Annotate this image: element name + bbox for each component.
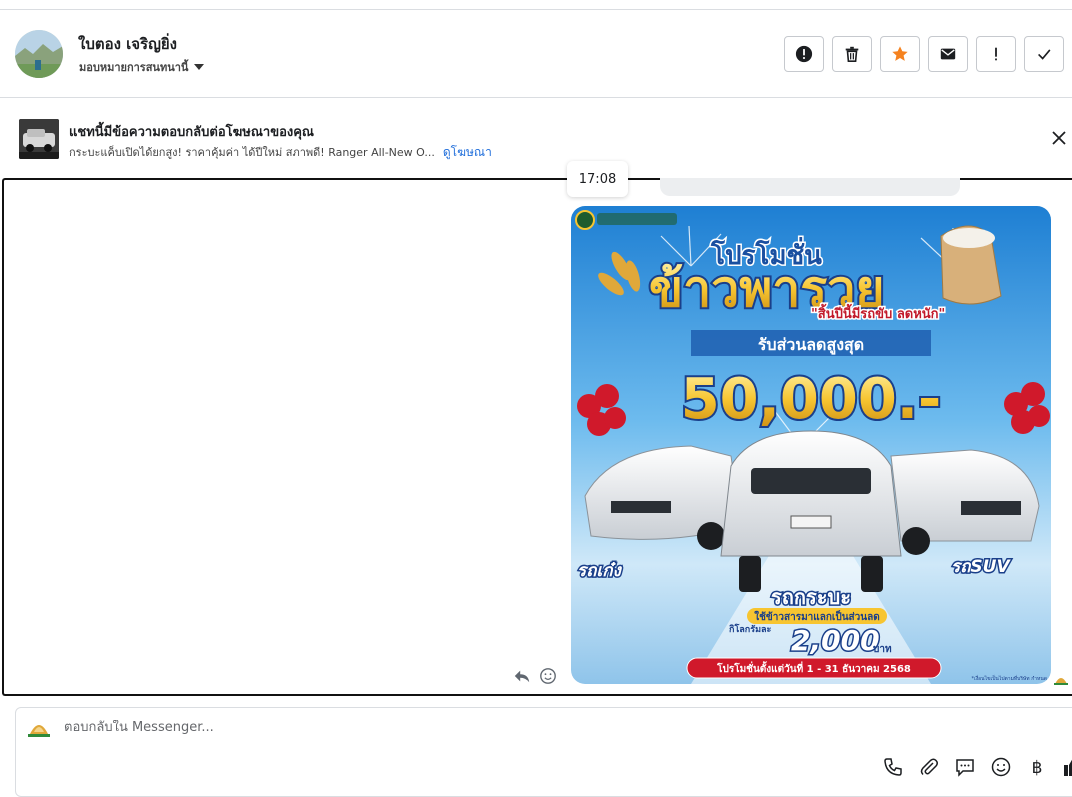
poster-label-sedan: รถเก๋ง bbox=[577, 561, 623, 581]
ad-thumbnail[interactable] bbox=[19, 119, 59, 159]
poster-promo-period: โปรโมชั่นตั้งแต่วันที่ 1 - 31 ธันวาคม 25… bbox=[716, 661, 911, 675]
delete-button[interactable] bbox=[832, 36, 872, 72]
close-icon bbox=[1052, 131, 1066, 145]
contact-name[interactable]: ใบตอง เจริญยิ่ง bbox=[78, 32, 177, 56]
ad-banner-description: กระบะแค็บเปิดได้ยกสูง! ราคาคุ้มค่า ได้ปี… bbox=[69, 143, 492, 162]
avatar[interactable] bbox=[15, 30, 63, 78]
report-button[interactable] bbox=[784, 36, 824, 72]
poster-label-suv: รถSUV bbox=[951, 557, 1011, 577]
mark-done-button[interactable] bbox=[1024, 36, 1064, 72]
envelope-icon bbox=[940, 48, 956, 60]
phone-icon[interactable] bbox=[882, 756, 904, 778]
paperclip-icon[interactable] bbox=[918, 756, 940, 778]
message-actions bbox=[513, 667, 557, 685]
mark-important-button[interactable] bbox=[976, 36, 1016, 72]
poster-per-kg: กิโลกรัมละ bbox=[728, 623, 771, 635]
chat-bubble-icon[interactable] bbox=[954, 756, 976, 778]
assign-conversation-dropdown[interactable]: มอบหมายการสนทนานี้ bbox=[79, 58, 205, 76]
reply-input[interactable] bbox=[64, 720, 664, 735]
poster-discount-label: รับส่วนลดสูงสุด bbox=[758, 335, 864, 356]
assign-label: มอบหมายการสนทนานี้ bbox=[79, 61, 189, 74]
poster-discount-amount: 50,000.- bbox=[681, 367, 942, 432]
ad-reply-banner: แชทนี้มีข้อความตอบกลับต่อโฆษณาของคุณ กระ… bbox=[0, 99, 1072, 177]
ad-description-text: กระบะแค็บเปิดได้ยกสูง! ราคาคุ้มค่า ได้ปี… bbox=[69, 146, 435, 159]
chevron-down-icon bbox=[194, 64, 205, 70]
poster-rice-offer: ใช้ข้าวสารมาแลกเป็นส่วนลด bbox=[754, 609, 879, 623]
star-icon bbox=[892, 46, 908, 61]
trash-icon bbox=[845, 46, 859, 63]
header-actions bbox=[784, 36, 1064, 72]
page-logo-icon bbox=[1054, 678, 1068, 685]
mark-unread-button[interactable] bbox=[928, 36, 968, 72]
poster-per-kg-unit: บาท bbox=[873, 644, 892, 655]
reply-icon[interactable] bbox=[513, 667, 531, 685]
thumbs-up-icon[interactable] bbox=[1062, 756, 1072, 778]
star-button[interactable] bbox=[880, 36, 920, 72]
poster-fine-print: *เงื่อนไขเป็นไปตามที่บริษัท กำหนด bbox=[972, 674, 1047, 682]
alert-circle-icon bbox=[795, 45, 813, 63]
baht-payment-icon[interactable]: ฿ bbox=[1026, 756, 1048, 778]
view-ad-link[interactable]: ดูโฆษณา bbox=[443, 145, 492, 159]
emoji-icon[interactable] bbox=[990, 756, 1012, 778]
message-image[interactable]: โปรโมชั่น ข้าวพารวย "สิ้นปีนี้มีรถขับ ลด… bbox=[571, 206, 1051, 684]
svg-text:฿: ฿ bbox=[1032, 758, 1043, 778]
ad-banner-title: แชทนี้มีข้อความตอบกลับต่อโฆษณาของคุณ bbox=[69, 125, 314, 140]
exclamation-icon bbox=[995, 47, 997, 61]
composer-tools: ฿ bbox=[882, 756, 1072, 778]
emoji-reaction-icon[interactable] bbox=[539, 667, 557, 685]
page-logo-icon bbox=[28, 725, 50, 737]
poster-per-kg-amount: 2,000 bbox=[791, 624, 880, 657]
conversation-header: ใบตอง เจริญยิ่ง มอบหมายการสนทนานี้ bbox=[0, 10, 1072, 98]
previous-message-bubble bbox=[660, 178, 960, 196]
close-banner-button[interactable] bbox=[1050, 129, 1068, 147]
message-timestamp: 17:08 bbox=[567, 161, 628, 197]
checkmark-icon bbox=[1038, 49, 1051, 60]
poster-label-pickup: รถกระบะ bbox=[771, 585, 851, 609]
